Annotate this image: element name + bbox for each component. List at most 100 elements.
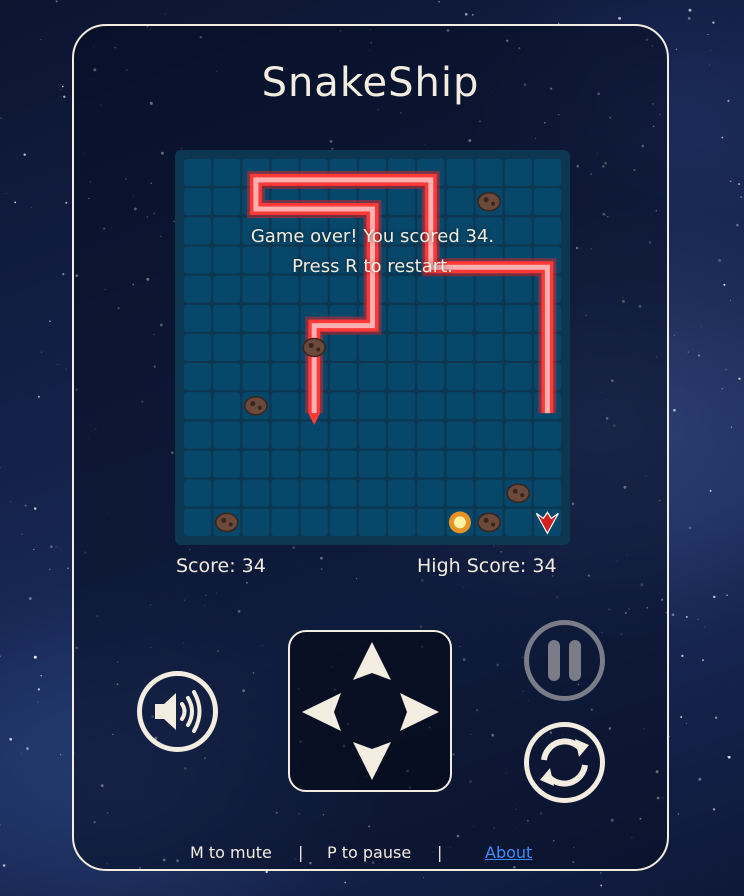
star bbox=[673, 334, 676, 336]
board-cell bbox=[242, 421, 270, 449]
board-cell bbox=[417, 304, 445, 332]
star bbox=[709, 64, 711, 66]
star bbox=[471, 13, 474, 16]
footer-separator: | bbox=[298, 843, 304, 862]
star bbox=[725, 368, 727, 371]
star bbox=[715, 716, 718, 719]
board-cell bbox=[358, 479, 387, 507]
asteroid-crater bbox=[483, 197, 489, 203]
board-cell bbox=[184, 333, 212, 362]
board-cell bbox=[300, 450, 328, 478]
star bbox=[618, 17, 621, 20]
star bbox=[55, 0, 58, 3]
score-label: Score: 34 bbox=[176, 555, 266, 577]
board-cell bbox=[242, 508, 270, 536]
board-cell bbox=[213, 304, 241, 332]
board-cell bbox=[504, 188, 532, 216]
star bbox=[707, 34, 709, 36]
star bbox=[344, 881, 347, 884]
asteroid-crater bbox=[512, 488, 518, 494]
board-cell bbox=[417, 392, 445, 420]
board-cell bbox=[446, 304, 474, 332]
board-cell bbox=[446, 479, 474, 507]
board-cell bbox=[329, 508, 357, 536]
board-cell bbox=[475, 304, 503, 332]
board-cell bbox=[475, 275, 503, 303]
asteroid-crater bbox=[483, 517, 489, 523]
asteroid-icon bbox=[506, 483, 530, 503]
board-cell bbox=[213, 363, 241, 391]
star bbox=[60, 89, 62, 90]
board-cell bbox=[533, 479, 561, 507]
board-cell bbox=[417, 508, 445, 536]
board-cell bbox=[242, 363, 270, 391]
asteroid-icon bbox=[302, 337, 326, 358]
board-cell bbox=[504, 508, 532, 536]
explosion-core bbox=[453, 516, 466, 529]
star bbox=[726, 594, 728, 597]
star bbox=[37, 395, 40, 398]
star bbox=[712, 808, 716, 811]
asteroid-crater bbox=[228, 522, 233, 527]
restart-button[interactable] bbox=[524, 722, 605, 803]
game-board bbox=[175, 150, 570, 545]
star bbox=[2, 864, 6, 867]
star bbox=[57, 364, 59, 365]
board-cell bbox=[184, 392, 212, 420]
footer-separator: | bbox=[437, 843, 443, 862]
star bbox=[701, 326, 702, 327]
board-cell bbox=[446, 392, 474, 420]
asteroid-crater bbox=[491, 522, 496, 527]
star bbox=[37, 688, 41, 691]
asteroid-icon bbox=[477, 512, 501, 533]
board-cell bbox=[329, 333, 357, 362]
star bbox=[164, 13, 166, 15]
board-cell bbox=[271, 304, 299, 332]
star bbox=[40, 39, 42, 41]
board-cell bbox=[388, 392, 416, 420]
board-cell bbox=[417, 275, 445, 303]
star bbox=[730, 426, 733, 428]
board-cell bbox=[358, 450, 387, 478]
star bbox=[265, 870, 268, 874]
board-cell bbox=[417, 479, 445, 507]
star bbox=[727, 755, 731, 759]
star bbox=[730, 180, 732, 182]
board-cell bbox=[329, 392, 357, 420]
arrow-right-icon[interactable] bbox=[400, 693, 439, 731]
asteroid-crater bbox=[316, 347, 321, 352]
star bbox=[730, 299, 731, 301]
board-cell bbox=[300, 275, 328, 303]
board-cell bbox=[475, 333, 503, 362]
arrow-up-icon[interactable] bbox=[353, 642, 391, 680]
board-cell bbox=[329, 479, 357, 507]
board-cell bbox=[475, 392, 503, 420]
board-cell bbox=[475, 479, 503, 507]
asteroid-icon bbox=[214, 512, 239, 533]
pause-button[interactable] bbox=[524, 620, 605, 701]
board-cell bbox=[417, 450, 445, 478]
star bbox=[31, 207, 33, 209]
star bbox=[727, 756, 729, 758]
board-cell bbox=[504, 421, 532, 449]
board-cell bbox=[388, 363, 416, 391]
arrow-left-icon[interactable] bbox=[302, 693, 341, 731]
star bbox=[681, 654, 684, 657]
star bbox=[26, 747, 29, 750]
star bbox=[738, 377, 741, 380]
asteroid-icon bbox=[477, 191, 501, 212]
board-cell bbox=[300, 508, 328, 536]
star bbox=[14, 201, 17, 204]
star bbox=[33, 507, 37, 510]
star bbox=[0, 117, 2, 119]
board-cell bbox=[504, 333, 532, 362]
board-cell bbox=[446, 421, 474, 449]
board-cell bbox=[388, 450, 416, 478]
board-cell bbox=[271, 363, 299, 391]
star bbox=[28, 597, 32, 600]
mute-button[interactable] bbox=[137, 671, 218, 752]
board-cell bbox=[271, 479, 299, 507]
arrow-down-icon[interactable] bbox=[353, 742, 391, 780]
star bbox=[713, 595, 716, 599]
about-link[interactable]: About bbox=[485, 843, 532, 862]
